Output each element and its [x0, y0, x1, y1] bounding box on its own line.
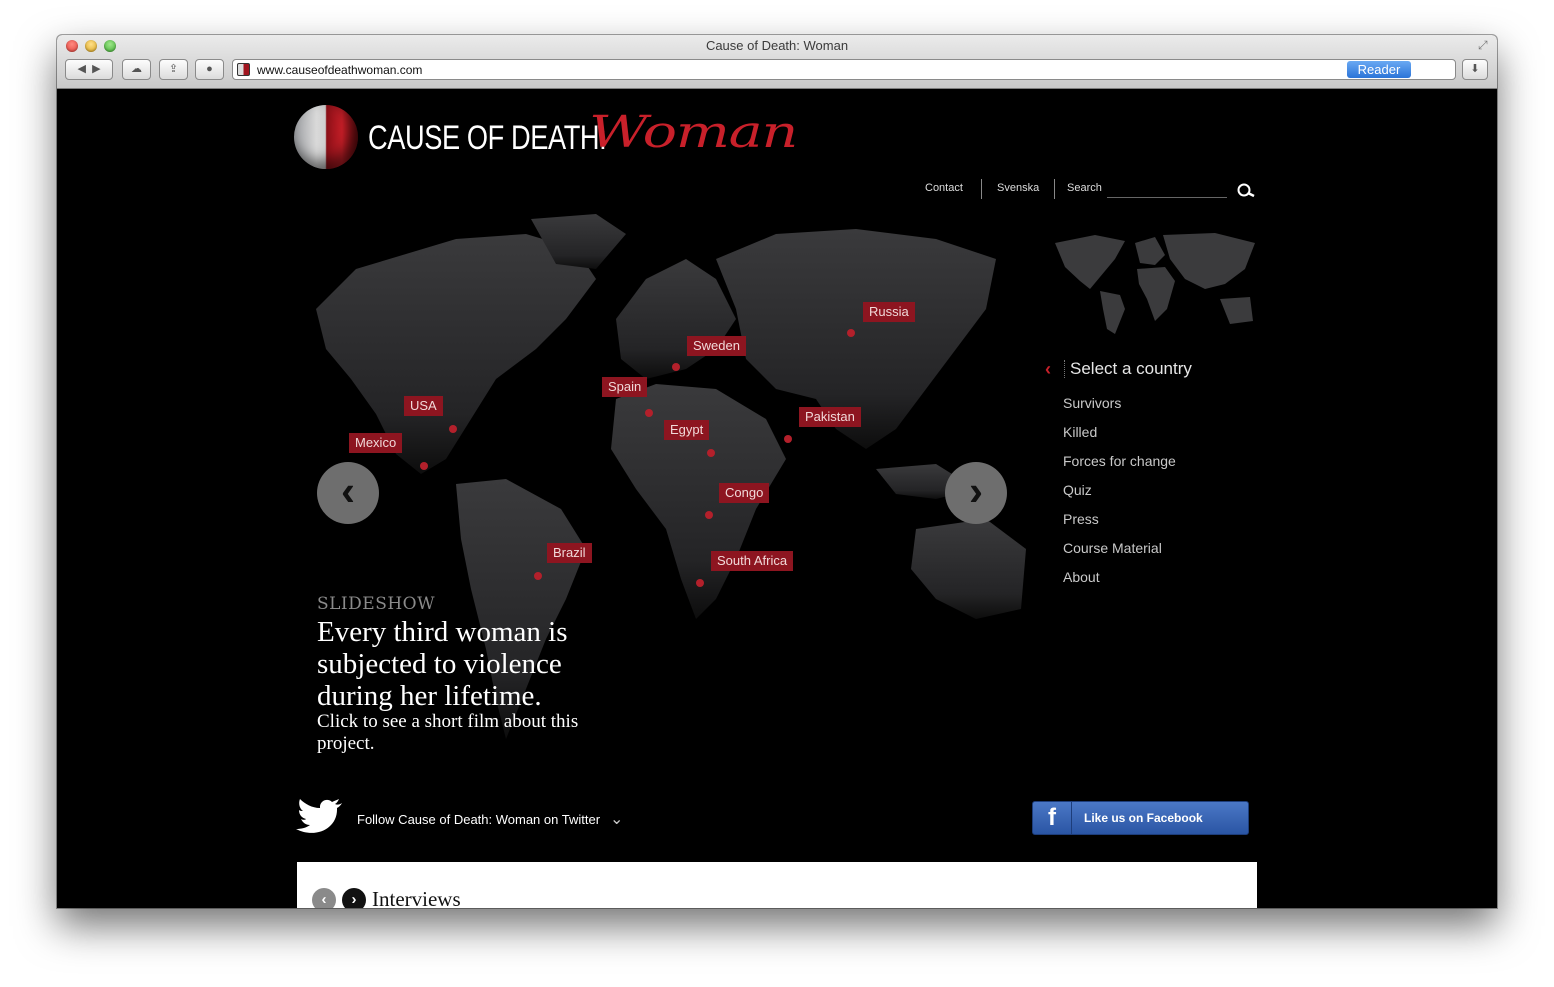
- pin-congo[interactable]: Congo: [719, 483, 770, 503]
- chevron-left-icon: ‹: [341, 467, 355, 514]
- pin-usa[interactable]: USA: [404, 396, 443, 416]
- svenska-link[interactable]: Svenska: [997, 182, 1039, 194]
- downloads-button[interactable]: ⬇: [1462, 59, 1488, 80]
- site-favicon-icon: [237, 63, 250, 76]
- interviews-next-button[interactable]: ›: [342, 888, 366, 908]
- extension-icon: ●: [206, 63, 213, 75]
- pin-spain[interactable]: Spain: [602, 377, 648, 397]
- dotted-divider: [1064, 360, 1066, 378]
- pin-dot-sweden[interactable]: [672, 363, 680, 371]
- forward-icon[interactable]: ▶: [92, 63, 100, 75]
- select-country-label[interactable]: Select a country: [1070, 359, 1192, 379]
- pin-south-africa[interactable]: South Africa: [711, 551, 794, 571]
- pin-dot-mexico[interactable]: [420, 462, 428, 470]
- nav-course-material[interactable]: Course Material: [1063, 540, 1162, 556]
- back-forward-buttons[interactable]: ◀ ▶: [65, 59, 113, 80]
- nav-forces-for-change[interactable]: Forces for change: [1063, 453, 1176, 469]
- nav-quiz[interactable]: Quiz: [1063, 482, 1092, 498]
- interviews-title: Interviews: [372, 887, 461, 908]
- browser-window: Cause of Death: Woman ⤢ ◀ ▶ ☁ ⇪ ● www.ca…: [57, 35, 1497, 908]
- mini-world-map[interactable]: [1055, 229, 1255, 341]
- slideshow-title[interactable]: Every third woman is subjected to violen…: [317, 616, 617, 712]
- australia-shape: [911, 519, 1026, 619]
- search-input[interactable]: [1107, 197, 1227, 198]
- facebook-like-label: Like us on Facebook: [1084, 811, 1203, 825]
- nav-survivors[interactable]: Survivors: [1063, 395, 1121, 411]
- share-icon: ⇪: [168, 63, 179, 75]
- pin-pakistan[interactable]: Pakistan: [799, 407, 861, 427]
- facebook-like-button[interactable]: f Like us on Facebook: [1032, 801, 1249, 835]
- twitter-follow-link[interactable]: Follow Cause of Death: Woman on Twitter: [357, 812, 600, 827]
- pin-dot-russia[interactable]: [847, 329, 855, 337]
- download-icon: ⬇: [1470, 63, 1480, 75]
- nav-press[interactable]: Press: [1063, 511, 1099, 527]
- twitter-bird-icon[interactable]: [296, 799, 344, 833]
- pin-dot-spain[interactable]: [645, 409, 653, 417]
- back-chevron-icon[interactable]: ‹: [1045, 359, 1051, 380]
- slideshow-kicker: SLIDESHOW: [317, 594, 436, 614]
- interviews-panel: ‹ › Interviews: [297, 862, 1257, 908]
- link-divider: [981, 179, 982, 199]
- nav-killed[interactable]: Killed: [1063, 424, 1097, 440]
- page-content: CAUSE OF DEATH: Woman Contact Svenska Se…: [57, 89, 1497, 908]
- pin-egypt[interactable]: Egypt: [664, 420, 710, 440]
- window-title: Cause of Death: Woman: [705, 38, 849, 53]
- mini-map-land: [1055, 233, 1255, 334]
- pin-dot-congo[interactable]: [705, 511, 713, 519]
- logo-globe-icon[interactable]: [294, 105, 358, 169]
- chevron-right-icon: ›: [351, 891, 357, 908]
- nav-about[interactable]: About: [1063, 569, 1100, 585]
- chevron-down-icon[interactable]: ⌄: [610, 809, 623, 829]
- fullscreen-icon[interactable]: ⤢: [1478, 39, 1491, 52]
- contact-link[interactable]: Contact: [925, 182, 963, 194]
- facebook-icon: f: [1033, 802, 1072, 834]
- interviews-prev-button[interactable]: ‹: [312, 888, 336, 908]
- slideshow-subtitle[interactable]: Click to see a short film about this pro…: [317, 711, 587, 755]
- pin-sweden[interactable]: Sweden: [687, 336, 746, 356]
- cloud-icon: ☁: [131, 63, 142, 75]
- extension-button[interactable]: ●: [195, 59, 224, 80]
- pin-dot-usa[interactable]: [449, 425, 457, 433]
- search-label: Search: [1067, 182, 1102, 194]
- reader-button[interactable]: Reader: [1347, 61, 1411, 78]
- pin-dot-pakistan[interactable]: [784, 435, 792, 443]
- logo-text[interactable]: CAUSE OF DEATH:: [368, 119, 607, 158]
- pin-dot-south-africa[interactable]: [696, 579, 704, 587]
- search-icon[interactable]: [1236, 183, 1256, 199]
- address-bar[interactable]: www.causeofdeathwoman.com ↻ Reader: [232, 59, 1456, 80]
- pin-brazil[interactable]: Brazil: [547, 543, 592, 563]
- europe-shape: [616, 259, 736, 379]
- url-text[interactable]: www.causeofdeathwoman.com: [257, 63, 422, 77]
- pin-dot-egypt[interactable]: [707, 449, 715, 457]
- pin-dot-brazil[interactable]: [534, 572, 542, 580]
- logo-script[interactable]: Woman: [589, 107, 798, 158]
- slideshow-next-button[interactable]: ›: [945, 462, 1007, 524]
- share-button[interactable]: ⇪: [159, 59, 188, 80]
- icloud-tabs-button[interactable]: ☁: [122, 59, 151, 80]
- chevron-left-icon: ‹: [321, 891, 327, 908]
- slideshow-prev-button[interactable]: ‹: [317, 462, 379, 524]
- back-icon[interactable]: ◀: [77, 63, 85, 75]
- pin-mexico[interactable]: Mexico: [349, 433, 403, 453]
- chevron-right-icon: ›: [969, 467, 983, 514]
- pin-russia[interactable]: Russia: [863, 302, 915, 322]
- link-divider: [1054, 179, 1055, 199]
- browser-toolbar: Cause of Death: Woman ⤢ ◀ ▶ ☁ ⇪ ● www.ca…: [57, 35, 1497, 89]
